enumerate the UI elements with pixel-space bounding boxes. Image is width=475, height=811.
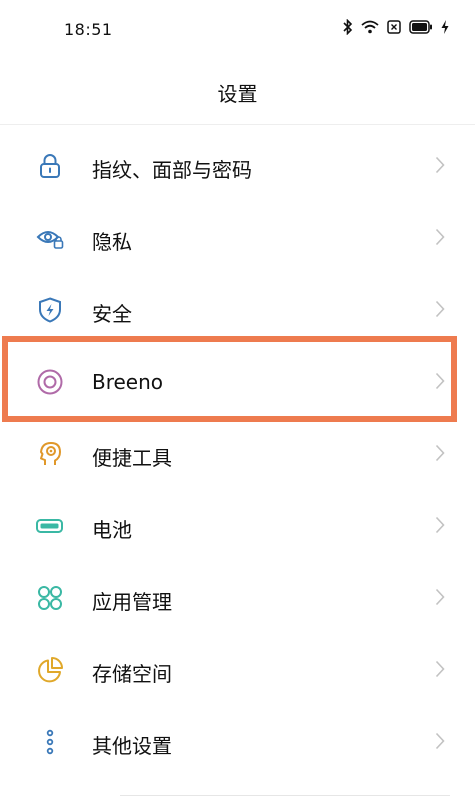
settings-item-label: 指纹、面部与密码 — [92, 158, 252, 182]
settings-item-label: 存储空间 — [92, 662, 172, 686]
page-title: 设置 — [217, 82, 258, 106]
settings-item-label: 其他设置 — [92, 734, 172, 758]
settings-item-battery[interactable]: 电池 — [0, 490, 475, 562]
chevron-right-icon — [435, 660, 445, 678]
head-location-icon — [36, 440, 64, 468]
settings-item-fingerprint-face-password[interactable]: 指纹、面部与密码 — [0, 130, 475, 202]
header-divider — [0, 124, 475, 125]
apps-grid-icon — [36, 584, 64, 612]
pie-chart-icon — [36, 656, 64, 684]
settings-item-label: 隐私 — [92, 230, 132, 254]
chevron-right-icon — [435, 156, 445, 174]
settings-item-label: Breeno — [92, 370, 164, 394]
settings-list: 指纹、面部与密码 隐私 安全 Breeno 便捷工具 电池 应用管理 存储空间 … — [0, 130, 475, 778]
lock-icon — [36, 152, 64, 180]
wifi-icon — [361, 20, 379, 34]
settings-item-breeno[interactable]: Breeno — [0, 346, 475, 418]
settings-item-privacy[interactable]: 隐私 — [0, 202, 475, 274]
battery-icon — [36, 512, 64, 540]
settings-item-label: 安全 — [92, 302, 132, 326]
settings-item-app-management[interactable]: 应用管理 — [0, 562, 475, 634]
chevron-right-icon — [435, 732, 445, 750]
chevron-right-icon — [435, 516, 445, 534]
chevron-right-icon — [435, 588, 445, 606]
settings-item-label: 便捷工具 — [92, 446, 172, 470]
settings-item-security[interactable]: 安全 — [0, 274, 475, 346]
more-dots-icon — [36, 728, 64, 756]
status-bar: 18:51 — [0, 0, 475, 56]
status-time: 18:51 — [64, 20, 113, 39]
chevron-right-icon — [435, 228, 445, 246]
settings-item-storage[interactable]: 存储空间 — [0, 634, 475, 706]
settings-item-label: 应用管理 — [92, 590, 172, 614]
chevron-right-icon — [435, 300, 445, 318]
chevron-right-icon — [435, 444, 445, 462]
settings-item-label: 电池 — [92, 518, 132, 542]
eye-lock-icon — [36, 224, 64, 252]
settings-item-convenience-tools[interactable]: 便捷工具 — [0, 418, 475, 490]
sim-card-icon — [387, 20, 401, 34]
battery-icon — [409, 20, 433, 34]
settings-item-other-settings[interactable]: 其他设置 — [0, 706, 475, 778]
status-icons — [343, 18, 449, 36]
shield-bolt-icon — [36, 296, 64, 324]
bluetooth-icon — [343, 18, 353, 36]
charging-icon — [441, 20, 449, 34]
bottom-divider — [120, 795, 450, 796]
chevron-right-icon — [435, 372, 445, 390]
breeno-ring-icon — [36, 368, 64, 396]
